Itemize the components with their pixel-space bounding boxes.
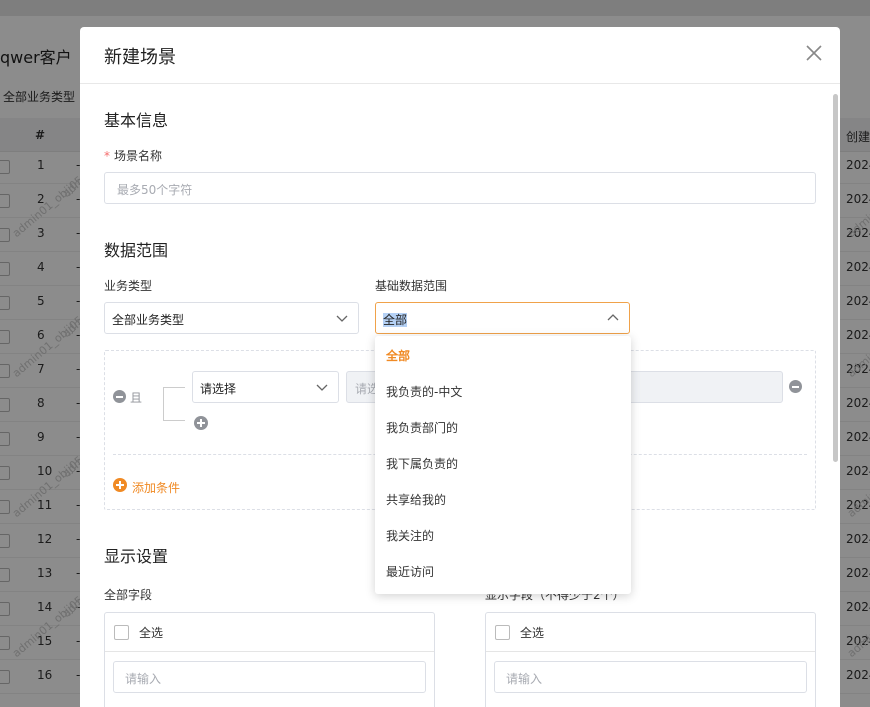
- dropdown-option-subordinates[interactable]: 我下属负责的: [375, 446, 631, 482]
- all-fields-label: 全部字段: [104, 588, 153, 602]
- all-fields-panel: 全选 请输入: [104, 612, 435, 707]
- add-condition-icon[interactable]: [113, 478, 127, 492]
- shown-fields-select-all-checkbox[interactable]: [495, 625, 510, 640]
- chevron-down-icon: [336, 312, 348, 324]
- base-scope-select[interactable]: 全部: [375, 302, 630, 334]
- chevron-down-icon: [316, 381, 328, 393]
- all-fields-header: 全选: [105, 613, 434, 652]
- data-scope-title: 数据范围: [104, 241, 169, 260]
- biz-type-select[interactable]: 全部业务类型: [104, 302, 359, 334]
- chevron-up-icon: [607, 312, 619, 324]
- scene-name-input[interactable]: 最多50个字符: [104, 172, 816, 204]
- modal-header: 新建场景: [80, 27, 840, 84]
- base-scope-label: 基础数据范围: [375, 279, 448, 293]
- add-subcondition-icon[interactable]: [194, 416, 208, 430]
- shown-fields-panel: 全选 请输入: [485, 612, 816, 707]
- biz-type-value: 全部业务类型: [112, 313, 185, 327]
- shown-fields-select-all-label: 全选: [520, 626, 545, 640]
- condition-field-select[interactable]: 请选择: [192, 371, 339, 403]
- modal-title: 新建场景: [104, 47, 176, 68]
- conjunction-label: 且: [130, 391, 143, 405]
- close-icon[interactable]: [804, 43, 824, 63]
- base-scope-value: 全部: [383, 313, 408, 327]
- add-condition-button[interactable]: 添加条件: [132, 479, 180, 496]
- dropdown-option-recent[interactable]: 最近访问: [375, 554, 631, 590]
- search-placeholder: 请输入: [506, 672, 543, 686]
- condition-field-placeholder: 请选择: [200, 382, 237, 396]
- condition-bracket: [163, 387, 185, 421]
- remove-group-icon[interactable]: [113, 390, 126, 403]
- scene-name-placeholder: 最多50个字符: [117, 183, 193, 197]
- biz-type-label: 业务类型: [104, 279, 153, 293]
- display-settings-title: 显示设置: [104, 547, 169, 566]
- basic-info-title: 基本信息: [104, 111, 169, 130]
- dropdown-option-mine[interactable]: 我负责的-中文: [375, 374, 631, 410]
- scene-name-label: * 场景名称: [104, 149, 163, 163]
- dropdown-option-my-dept[interactable]: 我负责部门的: [375, 410, 631, 446]
- shown-fields-search-input[interactable]: 请输入: [494, 661, 807, 693]
- required-marker: *: [104, 149, 110, 163]
- all-fields-select-all-checkbox[interactable]: [114, 625, 129, 640]
- remove-condition-icon[interactable]: [789, 380, 802, 393]
- all-fields-select-all-label: 全选: [139, 626, 164, 640]
- dropdown-option-all[interactable]: 全部: [375, 338, 631, 374]
- modal-scrollbar[interactable]: [833, 94, 838, 462]
- search-placeholder: 请输入: [125, 672, 162, 686]
- dropdown-option-shared-with-me[interactable]: 共享给我的: [375, 482, 631, 518]
- all-fields-search-input[interactable]: 请输入: [113, 661, 426, 693]
- shown-fields-header: 全选: [486, 613, 815, 652]
- dropdown-option-followed[interactable]: 我关注的: [375, 518, 631, 554]
- base-scope-dropdown: 全部 我负责的-中文 我负责部门的 我下属负责的 共享给我的 我关注的 最近访问: [375, 336, 631, 594]
